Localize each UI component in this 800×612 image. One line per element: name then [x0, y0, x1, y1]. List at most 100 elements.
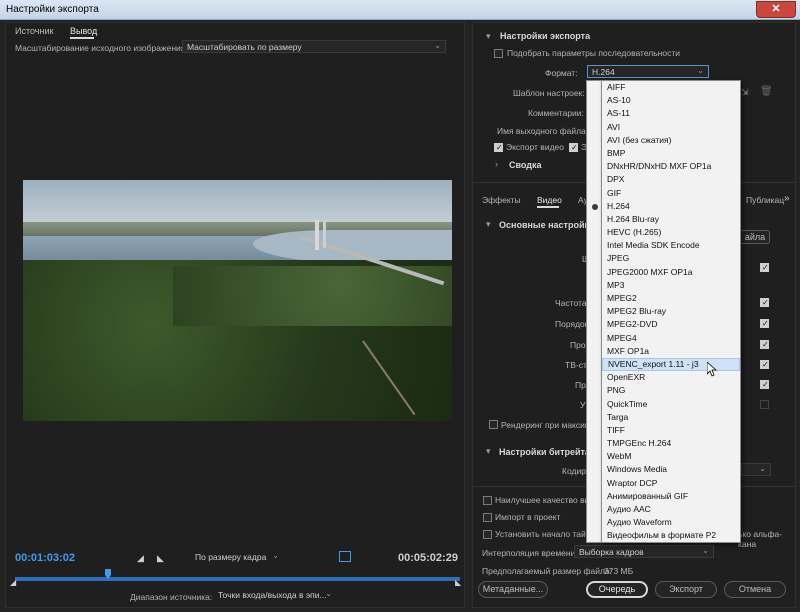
output-name-label: Имя выходного файла:	[497, 126, 589, 136]
format-option[interactable]: JPEG	[602, 252, 740, 265]
format-option[interactable]: BMP	[602, 147, 740, 160]
field-order-checkbox[interactable]	[760, 319, 769, 328]
tv-standard-checkbox[interactable]	[760, 360, 769, 369]
queue-button[interactable]: Очередь	[586, 581, 648, 598]
set-timecode-checkbox[interactable]	[483, 530, 492, 539]
format-option[interactable]: Анимированный GIF	[602, 490, 740, 503]
metadata-button[interactable]: Метаданные...	[478, 581, 548, 598]
summary-title[interactable]: Сводка	[509, 160, 542, 170]
max-quality-checkbox[interactable]	[483, 496, 492, 505]
window-title: Настройки экспорта	[6, 4, 99, 15]
alpha-only-label: ько альфа-кана	[738, 529, 782, 549]
format-option[interactable]: TMPGEnc H.264	[602, 437, 740, 450]
chevron-down-icon: ⌄	[759, 464, 766, 473]
format-option[interactable]: Intel Media SDK Encode	[602, 239, 740, 252]
format-option[interactable]: MPEG2	[602, 292, 740, 305]
format-option[interactable]: DPX	[602, 173, 740, 186]
chevron-down-icon: ⌄	[702, 546, 709, 555]
format-option[interactable]: MPEG2-DVD	[602, 318, 740, 331]
match-sequence-label: Подобрать параметры последовательности	[507, 48, 680, 58]
format-dropdown-list[interactable]: AIFF AS-10 AS-11 AVI AVI (без сжатия) BMP DNxH…	[592, 80, 741, 543]
match-source-label: айла	[744, 232, 766, 242]
format-option[interactable]: Wraptor DCP	[602, 477, 740, 490]
format-option[interactable]: JPEG2000 MXF OP1a	[602, 266, 740, 279]
format-option[interactable]: H.264	[592, 200, 740, 213]
out-point-icon[interactable]: ◣	[455, 578, 461, 587]
scale-value: Масштабировать по размеру	[187, 42, 302, 52]
format-option[interactable]: H.264 Blu-ray	[602, 213, 740, 226]
bitrate-settings-title: Настройки битрейта	[499, 447, 590, 457]
title-bar: Настройки экспорта ✕	[0, 0, 800, 20]
format-option[interactable]: AIFF	[602, 81, 740, 94]
format-option[interactable]: MPEG2 Blu-ray	[602, 305, 740, 318]
in-point-icon[interactable]: ◢	[10, 578, 16, 587]
width-checkbox[interactable]	[760, 263, 769, 272]
level-label: У	[580, 400, 586, 410]
profile-checkbox[interactable]	[760, 380, 769, 389]
format-option[interactable]: NVENC_export 1.11 - j3	[602, 357, 740, 372]
match-source-button[interactable]: айла	[740, 230, 770, 244]
format-option[interactable]: HEVC (H.265)	[602, 226, 740, 239]
more-tabs-icon[interactable]: »	[784, 193, 790, 204]
match-sequence-checkbox[interactable]	[494, 49, 503, 58]
collapse-icon[interactable]: ▾	[486, 446, 491, 457]
tab-source[interactable]: Источник	[15, 26, 53, 38]
aspect-checkbox[interactable]	[760, 340, 769, 349]
encoding-dropdown[interactable]: ⌄	[741, 463, 771, 476]
export-audio-checkbox[interactable]	[569, 143, 578, 152]
format-option[interactable]: AS-10	[602, 94, 740, 107]
time-interp-dropdown[interactable]: Выборка кадров ⌄	[574, 545, 714, 558]
frame-rate-checkbox[interactable]	[760, 298, 769, 307]
format-option[interactable]: MXF OP1a	[602, 345, 740, 358]
delete-preset-icon[interactable]: 🗑	[760, 86, 773, 97]
format-option[interactable]: Аудио AAC	[602, 503, 740, 516]
export-button[interactable]: Экспорт	[655, 581, 717, 598]
render-max-depth-checkbox[interactable]	[489, 420, 498, 429]
collapse-icon[interactable]: ▾	[486, 31, 491, 42]
format-option[interactable]: Targa	[602, 411, 740, 424]
format-value: H.264	[592, 67, 615, 77]
tab-video[interactable]: Видео	[537, 195, 562, 205]
format-option[interactable]: Аудио Waveform	[602, 516, 740, 529]
format-option[interactable]: OpenEXR	[602, 371, 740, 384]
format-option[interactable]: AVI (без сжатия)	[602, 134, 740, 147]
import-project-label: Импорт в проект	[495, 512, 561, 522]
import-preset-icon[interactable]: ⇲	[741, 87, 749, 98]
format-option[interactable]: AVI	[602, 121, 740, 134]
tab-effects[interactable]: Эффекты	[482, 195, 521, 205]
collapse-icon[interactable]: ▾	[486, 219, 491, 230]
format-option[interactable]: DNxHR/DNxHD MXF OP1a	[602, 160, 740, 173]
import-project-checkbox[interactable]	[483, 513, 492, 522]
range-dropdown[interactable]: Точки входа/выхода в эпи... ⌄	[214, 589, 336, 602]
format-option[interactable]: MPEG4	[602, 332, 740, 345]
chevron-down-icon: ⌄	[434, 41, 441, 50]
format-option[interactable]: Windows Media	[602, 463, 740, 476]
format-option[interactable]: QuickTime	[602, 398, 740, 411]
format-option[interactable]: AS-11	[602, 107, 740, 120]
cancel-label: Отмена	[738, 584, 772, 594]
format-option[interactable]: GIF	[602, 187, 740, 200]
format-option[interactable]: TIFF	[602, 424, 740, 437]
fit-dropdown[interactable]: По размеру кадра ⌄	[191, 551, 283, 564]
mark-in-icon[interactable]: ◢	[137, 553, 144, 564]
mark-out-icon[interactable]: ◣	[157, 553, 164, 564]
encoding-label: Кодир	[562, 466, 586, 476]
expand-icon[interactable]: ›	[495, 159, 498, 169]
cancel-button[interactable]: Отмена	[724, 581, 786, 598]
selected-radio-icon	[592, 203, 598, 210]
safe-margins-icon[interactable]	[339, 551, 351, 562]
timeline-bar[interactable]	[15, 577, 460, 581]
metadata-label: Метаданные...	[482, 584, 544, 594]
time-interp-label: Интерполяция времени:	[482, 548, 578, 558]
close-window-button[interactable]: ✕	[756, 1, 796, 18]
scale-dropdown[interactable]: Масштабировать по размеру ⌄	[182, 40, 446, 53]
format-option[interactable]: Видеофильм в формате P2	[602, 529, 740, 542]
format-option[interactable]: PNG	[602, 384, 740, 397]
level-checkbox[interactable]	[760, 400, 769, 409]
active-tab-indicator	[537, 206, 559, 208]
tab-publish[interactable]: Публикац	[746, 195, 784, 205]
export-video-checkbox[interactable]	[494, 143, 503, 152]
format-option[interactable]: WebM	[602, 450, 740, 463]
format-option[interactable]: MP3	[602, 279, 740, 292]
format-dropdown[interactable]: H.264 ⌄	[587, 65, 709, 78]
